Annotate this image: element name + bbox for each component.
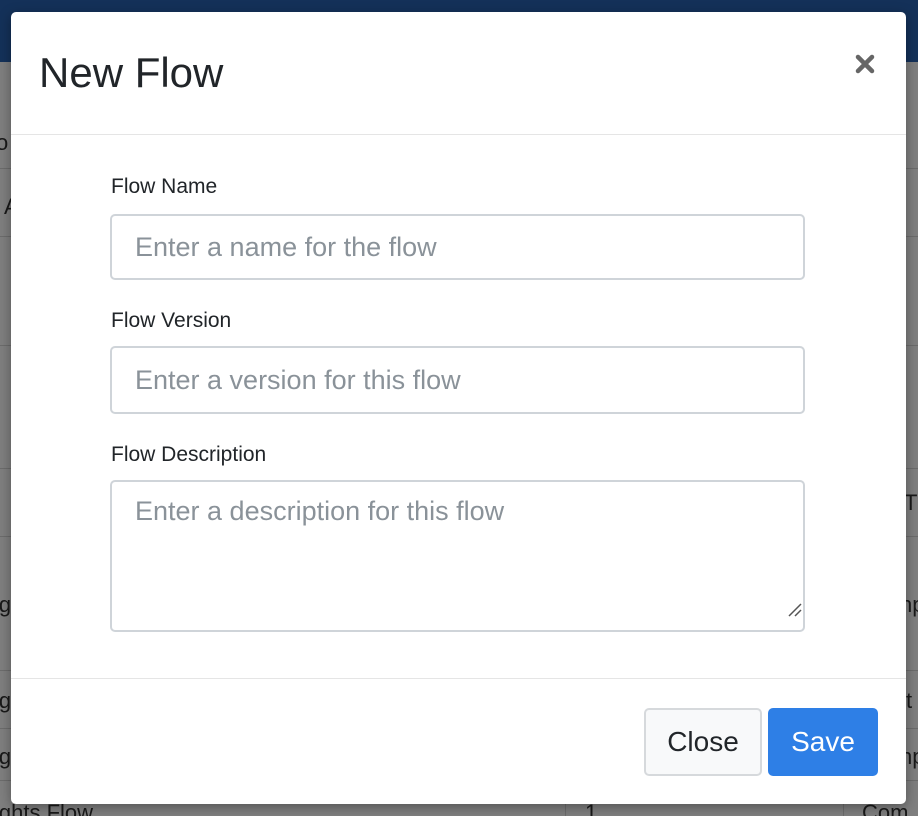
close-icon[interactable]	[847, 46, 883, 82]
flow-name-label: Flow Name	[111, 175, 218, 198]
dialog-header: New Flow	[11, 12, 906, 135]
dialog-footer: Close Save	[11, 678, 906, 804]
flow-version-input[interactable]	[110, 346, 805, 414]
new-flow-dialog: New Flow Flow Name Flow Version Flow Des…	[11, 12, 906, 804]
close-button[interactable]: Close	[644, 708, 762, 776]
resize-handle-icon[interactable]	[787, 602, 803, 618]
save-button[interactable]: Save	[768, 708, 878, 776]
flow-description-textarea[interactable]	[110, 480, 805, 632]
flow-description-label: Flow Description	[111, 443, 267, 466]
dialog-title: New Flow	[39, 49, 224, 96]
dialog-body: Flow Name Flow Version Flow Description	[11, 135, 906, 678]
flow-version-label: Flow Version	[111, 309, 232, 332]
flow-name-input[interactable]	[110, 214, 805, 280]
